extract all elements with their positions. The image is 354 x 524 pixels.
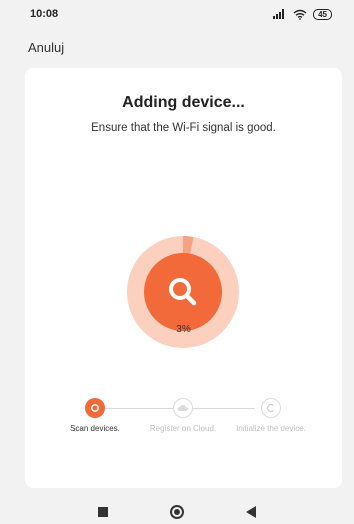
status-time: 10:08	[30, 8, 59, 20]
back-icon	[246, 506, 256, 518]
cancel-button[interactable]: Anuluj	[28, 40, 64, 55]
step-label: Initialize the device.	[236, 424, 306, 433]
scan-icon	[85, 398, 105, 418]
progress-steps: Scan devices. Register on Cloud. Initial…	[25, 398, 342, 458]
recent-apps-icon	[98, 507, 108, 517]
page-title: Adding device...	[122, 94, 245, 111]
battery-icon: 45	[313, 8, 332, 20]
progress-percent: 3%	[176, 324, 191, 335]
step-initialize-device: Initialize the device.	[231, 398, 311, 434]
recent-apps-button[interactable]	[94, 503, 112, 521]
home-icon	[170, 505, 184, 519]
system-nav-bar	[0, 500, 354, 524]
status-icons: 45	[273, 8, 332, 20]
home-button[interactable]	[168, 503, 186, 521]
wifi-icon	[293, 9, 307, 20]
step-label: Register on Cloud.	[149, 424, 217, 433]
back-button[interactable]	[242, 503, 260, 521]
cloud-icon	[173, 398, 193, 418]
step-register-cloud: Register on Cloud.	[143, 398, 223, 434]
adding-device-card: Adding device... Ensure that the Wi-Fi s…	[25, 68, 342, 488]
page-subtitle: Ensure that the Wi-Fi signal is good.	[91, 122, 276, 134]
initialize-icon	[261, 398, 281, 418]
scan-button-circle	[144, 253, 222, 331]
status-bar: 10:08 45	[0, 0, 354, 28]
signal-icon	[273, 9, 285, 19]
step-label: Scan devices.	[70, 424, 120, 433]
step-scan-devices: Scan devices.	[55, 398, 135, 434]
